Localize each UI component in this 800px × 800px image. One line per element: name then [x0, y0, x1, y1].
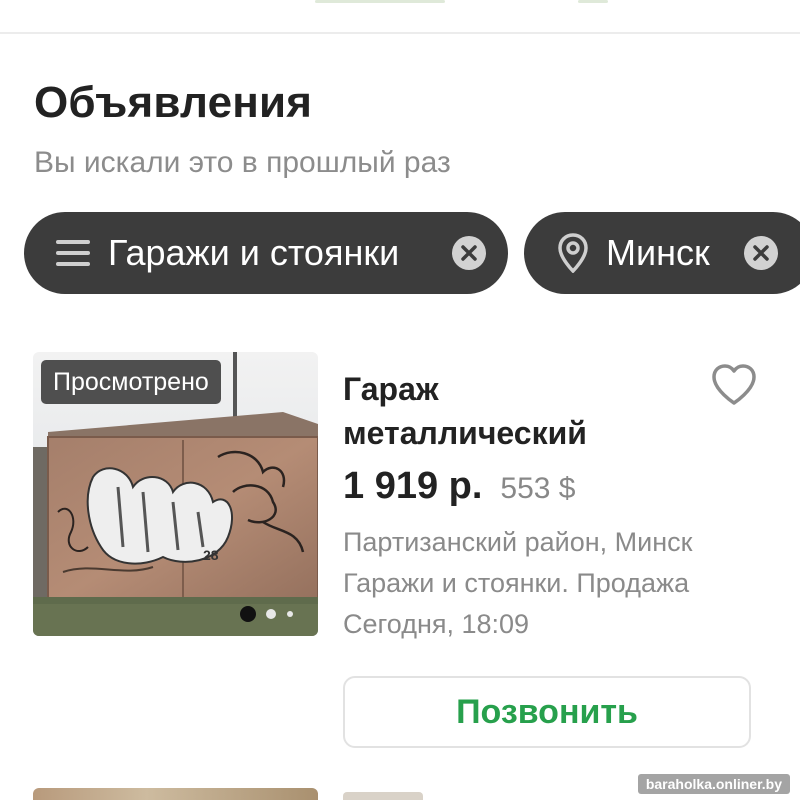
top-hint-bar	[578, 0, 608, 3]
next-listing-photo[interactable]	[33, 788, 318, 800]
top-hint-bar	[315, 0, 445, 3]
page-subtitle: Вы искали это в прошлый раз	[34, 146, 451, 179]
filter-chip-label: Минск	[606, 232, 710, 273]
price-row: 1 919 р. 553 $	[343, 465, 576, 508]
watermark: baraholka.onliner.by	[637, 774, 790, 794]
filter-chip-label: Гаражи и стоянки	[108, 232, 400, 273]
listing-category: Гаражи и стоянки. Продажа	[343, 568, 690, 598]
menu-icon	[56, 240, 90, 266]
viewed-badge: Просмотрено	[41, 360, 221, 404]
listing-photo[interactable]: 28 Просмотрено	[33, 352, 318, 636]
svg-text:28: 28	[203, 547, 219, 563]
map-pin-icon	[558, 233, 588, 273]
call-button[interactable]: Позвонить	[343, 676, 751, 748]
price-usd: 553 $	[500, 472, 576, 505]
page-title: Объявления	[34, 78, 313, 127]
listing-title[interactable]: Гараж металлический	[343, 367, 673, 455]
clear-filter-icon[interactable]	[744, 236, 778, 270]
filter-chip-location[interactable]: Минск	[524, 212, 800, 294]
listing-date: Сегодня, 18:09	[343, 609, 530, 639]
clear-filter-icon[interactable]	[452, 236, 486, 270]
heart-icon[interactable]	[710, 363, 758, 407]
photo-pagination-dots	[240, 606, 293, 622]
filter-chip-category[interactable]: Гаражи и стоянки	[24, 212, 508, 294]
top-divider	[0, 32, 800, 34]
listing-district: Партизанский район, Минск	[343, 527, 693, 557]
next-listing-preview	[343, 792, 423, 800]
price-byn: 1 919 р.	[343, 465, 483, 507]
